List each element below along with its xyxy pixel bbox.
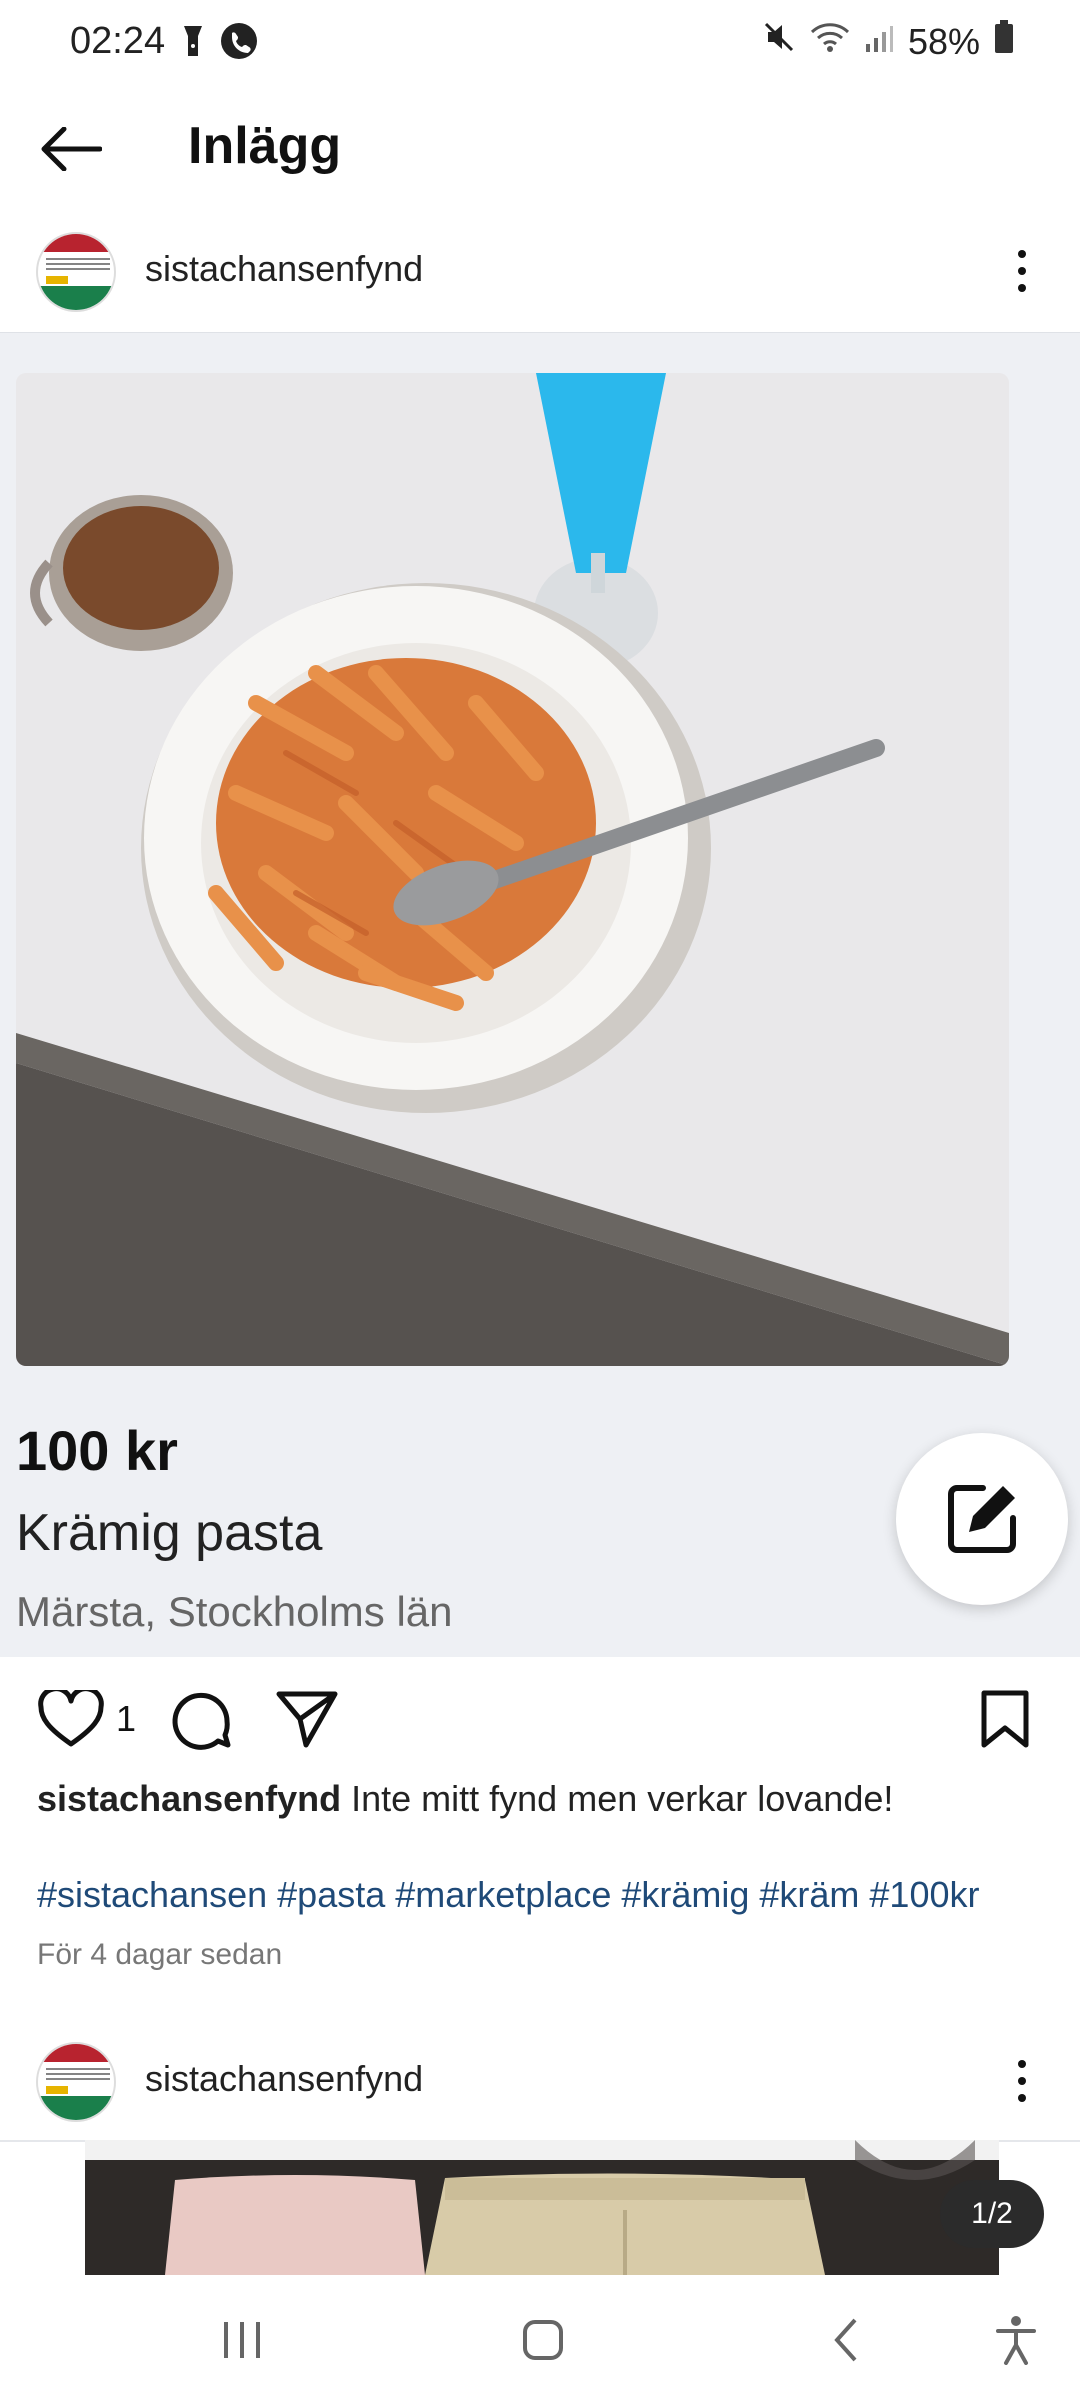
listing-price: 100 kr [16,1419,178,1482]
call-icon [220,22,258,65]
post2-photo[interactable] [85,2140,999,2275]
post-username[interactable]: sistachansenfynd [145,248,423,290]
home-button[interactable] [503,2305,583,2375]
home-icon [523,2320,563,2360]
recent-apps-icon [224,2322,260,2358]
system-nav-bar [0,2275,1080,2400]
battery-icon [994,20,1014,63]
save-button[interactable] [980,1690,1030,1748]
wifi-icon [810,21,850,63]
caption-text: Inte mitt fynd men verkar lovande! [341,1778,894,1819]
post-timestamp: För 4 dagar sedan [37,1938,283,1971]
mute-icon [762,20,796,63]
flashlight-icon [180,24,206,63]
listing-photo[interactable] [16,373,1009,1366]
status-bar: 02:24 58% [0,0,1080,86]
accessibility-icon [996,2316,1036,2365]
comment-button[interactable] [170,1690,232,1752]
post-caption: sistachansenfynd Inte mitt fynd men verk… [37,1778,1047,1820]
heart-icon [38,1690,104,1747]
post-header: sistachansenfynd [0,210,1080,330]
like-button[interactable]: 1 [38,1690,136,1748]
more-options-button[interactable] [1002,236,1042,306]
signal-icon [864,21,894,63]
marketplace-listing[interactable]: 100 kr Krämig pasta Märsta, Stockholms l… [0,332,1080,1657]
app-header: Inlägg [0,86,1080,211]
battery-percent: 58% [907,20,980,62]
chevron-left-icon [834,2318,857,2362]
arrow-left-icon [41,127,102,171]
edit-icon [948,1485,1016,1553]
pants-photo [85,2140,999,2275]
listing-title: Krämig pasta [16,1504,323,1562]
bookmark-icon [981,1690,1029,1748]
recent-apps-button[interactable] [202,2305,282,2375]
send-icon [276,1691,338,1748]
pasta-photo [16,373,1009,1366]
post-actions: 1 [0,1670,1080,1770]
like-count: 1 [116,1698,137,1739]
page-title: Inlägg [188,117,342,175]
accessibility-button[interactable] [976,2305,1056,2375]
more-options-button-2[interactable] [1002,2046,1042,2116]
status-time: 02:24 [70,20,166,62]
post-username-2[interactable]: sistachansenfynd [145,2058,423,2100]
edit-button[interactable] [896,1433,1068,1605]
system-back-button[interactable] [806,2305,886,2375]
post-header-2: sistachansenfynd [0,2020,1080,2140]
caption-username[interactable]: sistachansenfynd [37,1778,341,1819]
share-button[interactable] [276,1690,338,1748]
comment-icon [172,1692,231,1750]
listing-location: Märsta, Stockholms län [16,1588,453,1635]
image-counter: 1/2 [940,2180,1044,2248]
avatar[interactable] [36,232,116,312]
post-hashtags[interactable]: #sistachansen #pasta #marketplace #krämi… [37,1874,980,1916]
back-button[interactable] [36,114,106,184]
avatar[interactable] [36,2042,116,2122]
